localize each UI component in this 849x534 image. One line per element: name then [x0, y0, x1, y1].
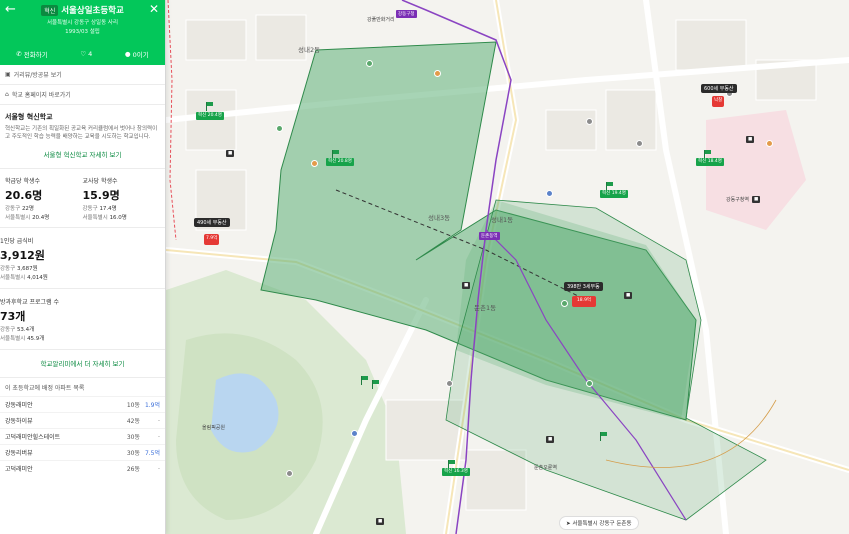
- students-per-class: 학급당 학생수 20.6명 강동구 22명 서울특별시 20.4명: [5, 178, 50, 221]
- price-bubble[interactable]: 490세 부동산: [194, 218, 230, 227]
- map-base-layer: [166, 0, 849, 534]
- homepage-link[interactable]: ⌂ 학교 홈페이지 바로가기: [5, 85, 160, 104]
- innovation-badge: 혁신: [41, 4, 59, 16]
- list-item[interactable]: 강동래미안 10동 1.9억: [0, 396, 165, 412]
- title-row: 혁신 서울상일초등학교: [6, 4, 159, 16]
- price-pin[interactable]: 18.9억: [572, 296, 596, 307]
- poi-marker[interactable]: [766, 140, 773, 147]
- like-button[interactable]: ♡ 4: [80, 49, 92, 59]
- price-pin[interactable]: 7.9억: [204, 234, 220, 245]
- poi-marker[interactable]: [366, 60, 373, 67]
- school-ratio-box[interactable]: 혁신 20.4명: [196, 112, 224, 120]
- homepage-section: ⌂ 학교 홈페이지 바로가기: [0, 85, 165, 105]
- subway-station-marker[interactable]: 강동구청: [396, 10, 417, 18]
- intro-section: 서울형 혁신학교 혁신학교는 기존의 획일화된 공교육 커리큘럼에서 벗어나 창…: [0, 112, 165, 169]
- poi-marker[interactable]: [636, 140, 643, 147]
- subway-station-marker[interactable]: 둔촌동역: [479, 232, 500, 240]
- school-info-section: 학교알리미에서 더 자세히 보기: [0, 350, 165, 378]
- area-label: 둔촌오륜역: [534, 465, 558, 471]
- poi-marker[interactable]: [311, 160, 318, 167]
- apartment-marker[interactable]: ■: [746, 136, 755, 143]
- list-item[interactable]: 고덕래미안 26동 -: [0, 460, 165, 476]
- school-ratio-box[interactable]: 혁신 18.4명: [696, 158, 724, 166]
- share-button[interactable]: ● 0이기: [125, 49, 149, 59]
- map-app: ← ✕ 혁신 서울상일초등학교 서울특별시 강동구 상일동 사리 1993/03…: [0, 0, 849, 534]
- hospital-area: [706, 110, 806, 230]
- poi-marker[interactable]: [586, 380, 593, 387]
- apartment-marker[interactable]: ■: [752, 196, 761, 203]
- list-item[interactable]: 강동하이뷰 42동 -: [0, 412, 165, 428]
- list-item[interactable]: 고덕래미안힐스테이트 30동 -: [0, 428, 165, 444]
- price-bubble[interactable]: 600세 부동산: [701, 84, 737, 93]
- apartment-marker[interactable]: ■: [462, 282, 471, 289]
- area-label: 성내3동: [428, 214, 451, 222]
- poi-marker[interactable]: [286, 470, 293, 477]
- home-icon: ⌂: [5, 91, 9, 98]
- poi-marker[interactable]: [546, 190, 553, 197]
- heart-icon: ♡: [80, 50, 87, 58]
- location-arrow-icon: ➤: [566, 521, 571, 527]
- poi-marker[interactable]: [434, 70, 441, 77]
- area-label: 강동구청역: [726, 197, 750, 203]
- school-ratio-box[interactable]: 혁신 19.4명: [600, 190, 628, 198]
- school-ratio-box[interactable]: 혁신 16.3명: [442, 468, 470, 476]
- streetview-icon: ▣: [5, 71, 11, 78]
- call-button[interactable]: ✆ 전화하기: [16, 49, 47, 59]
- poi-marker[interactable]: [446, 380, 453, 387]
- list-item[interactable]: 강동리버뷰 30동 7.5억: [0, 444, 165, 460]
- ratio-section: 학급당 학생수 20.6명 강동구 22명 서울특별시 20.4명 교사당 학생…: [0, 169, 165, 228]
- area-label: 강풀만화거리: [367, 17, 395, 23]
- meal-cost-section: 1인당 급식비 3,912원 강동구 3,687원 서울특별시 4,014원: [0, 228, 165, 289]
- school-ratio-box[interactable]: 혁신 20.8명: [326, 158, 354, 166]
- area-label: 둔촌1동: [474, 304, 497, 312]
- price-pin[interactable]: 낙찰: [712, 96, 725, 107]
- poi-marker[interactable]: [561, 300, 568, 307]
- phone-icon: ✆: [16, 50, 22, 58]
- panel-header: ← ✕ 혁신 서울상일초등학교 서울특별시 강동구 상일동 사리 1993/03…: [0, 0, 165, 65]
- school-address: 서울특별시 강동구 상일동 사리: [46, 20, 119, 26]
- poi-marker[interactable]: [586, 118, 593, 125]
- apartment-marker[interactable]: ■: [624, 292, 633, 299]
- current-location-chip[interactable]: ➤ 서울특별시 강동구 둔촌동: [559, 516, 639, 530]
- after-school-section: 방과후학교 프로그램 수 73개 강동구 53.4개 서울특별시 45.9개: [0, 289, 165, 350]
- map-canvas[interactable]: 성내2동 성내1동 둔촌1동 성내3동 강풀만화거리 강동구청역 둔촌오륜역 올…: [166, 0, 849, 534]
- intro-text: 혁신학교는 기존의 획일화된 공교육 커리큘럼에서 벗어나 창의력이고 주도적인…: [5, 126, 158, 140]
- school-info-link[interactable]: 학교알리미에서 더 자세히 보기: [5, 350, 160, 377]
- intro-title: 서울형 혁신학교: [5, 113, 53, 121]
- streetview-link[interactable]: ▣ 거리뷰/방공뷰 보기: [5, 65, 160, 84]
- poi-marker[interactable]: [351, 430, 358, 437]
- area-label: 성내2동: [298, 46, 321, 54]
- nearby-heading: 이 초등학교에 배정 아파트 목록: [5, 385, 85, 392]
- school-opened: 1993/03 설립: [65, 29, 100, 35]
- students-per-teacher: 교사당 학생수 15.9명 강동구 17.4명 서울특별시 16.0명: [82, 178, 127, 221]
- chat-bubble-icon: ●: [124, 50, 131, 58]
- school-title: 서울상일초등학교: [61, 6, 124, 16]
- poi-marker[interactable]: [276, 125, 283, 132]
- apartment-marker[interactable]: ■: [226, 150, 235, 157]
- apartment-marker[interactable]: ■: [376, 518, 385, 525]
- back-arrow-icon[interactable]: ←: [5, 3, 16, 16]
- links-section: ▣ 거리뷰/방공뷰 보기: [0, 65, 165, 85]
- school-detail-panel: ← ✕ 혁신 서울상일초등학교 서울특별시 강동구 상일동 사리 1993/03…: [0, 0, 166, 534]
- innovation-more-link[interactable]: 서울형 혁신학교 자세히 보기: [5, 141, 160, 168]
- area-label: 올림픽공원: [202, 425, 226, 431]
- area-label: 성내1동: [491, 216, 514, 224]
- apartment-marker[interactable]: ■: [546, 436, 555, 443]
- nearby-apartments: 이 초등학교에 배정 아파트 목록 강동래미안 10동 1.9억 강동하이뷰 42동 -…: [0, 378, 165, 476]
- close-icon[interactable]: ✕: [149, 3, 159, 16]
- header-actions: ✆ 전화하기 ♡ 4 ● 0이기: [0, 49, 165, 59]
- price-bubble[interactable]: 398만 3세부동: [564, 282, 603, 291]
